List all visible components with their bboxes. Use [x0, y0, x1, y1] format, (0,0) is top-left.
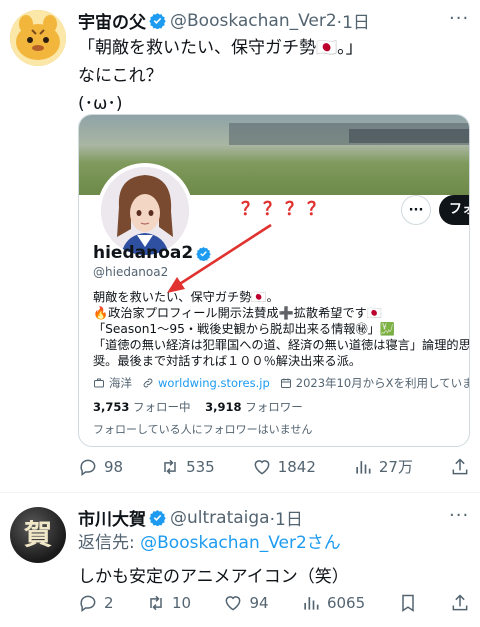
bio-line: 「道徳の無い経済は犯罪国への道、経済の無い道徳は寝言」論理的思考と確認	[93, 338, 470, 352]
mascot-avatar-icon	[10, 10, 66, 66]
user-handle[interactable]: @Booskachan_Ver2	[170, 11, 337, 31]
reply-icon	[80, 595, 96, 612]
share-button[interactable]	[450, 457, 470, 477]
followers-label: フォロワー	[245, 400, 303, 414]
tweet-1[interactable]: 宇宙の父 @Booskachan_Ver2 ·1日 ··· 「朝敵を救いたい、保…	[0, 0, 480, 492]
more-options-icon[interactable]: ···	[449, 505, 469, 526]
card-location: 海洋	[93, 375, 132, 391]
verified-badge-icon	[196, 246, 211, 261]
following-label: フォロー中	[133, 400, 191, 414]
tweet-time[interactable]: ·1日	[337, 8, 370, 33]
like-count: 1842	[277, 457, 316, 476]
retweet-icon	[164, 459, 176, 474]
retweet-icon	[150, 595, 162, 611]
card-name-text: hiedanoa2	[93, 243, 194, 263]
bio-line: 奨。最後まで対話すれば１００％解決出来る派。	[93, 354, 362, 368]
tweet-actions: 2 10 94 6065	[78, 593, 470, 613]
link-icon	[143, 378, 153, 388]
heart-icon	[226, 596, 241, 611]
tweet-header: 市川大賀 @ultrataiga ·1日	[78, 505, 303, 531]
card-joined: 2023年10月からXを利用しています ›	[280, 375, 469, 391]
bar-chart-icon	[356, 460, 371, 474]
bookmark-icon	[401, 594, 414, 612]
verified-badge-icon	[149, 510, 166, 526]
reply-count: 98	[104, 457, 124, 476]
reply-to-line: 返信先: @Booskachan_Ver2さん	[78, 529, 341, 557]
tweet-actions: 98 535 1842 27万	[78, 456, 470, 477]
like-button[interactable]: 94	[223, 593, 269, 613]
display-name[interactable]: 市川大賀	[78, 505, 146, 530]
share-icon	[452, 457, 468, 474]
attached-profile-image[interactable]: ？？？？ ··· フォ hiedanoa2 @hiedanoa2 朝敵を救いたい…	[78, 114, 470, 447]
card-follow-button: フォ	[439, 195, 469, 225]
card-bio: 朝敵を救いたい、保守ガチ勢🇯🇵。 🔥政治家プロフィール開示法賛成➕拡散希望です🇯…	[93, 289, 470, 369]
avatar-kanji: 賀	[23, 518, 52, 551]
views-button[interactable]: 27万	[353, 456, 413, 477]
annotation-question-marks: ？？？？	[241, 199, 329, 220]
more-options-icon[interactable]: ···	[449, 8, 469, 29]
tweet-2[interactable]: 賀 市川大賀 @ultrataiga ·1日 ··· 返信先: @Booskac…	[0, 493, 480, 627]
card-meta: 海洋 worldwing.stores.jp 2023年10月からXを利用してい…	[93, 375, 469, 391]
card-follow-counts: 3,753 フォロー中 3,918 フォロワー	[93, 399, 303, 415]
user-handle[interactable]: @ultrataiga	[170, 508, 270, 528]
view-count: 27万	[378, 458, 413, 476]
bookmark-button[interactable]	[398, 593, 418, 613]
user-avatar[interactable]	[10, 10, 66, 66]
verified-badge-icon	[149, 13, 166, 29]
retweet-count: 535	[186, 457, 215, 476]
share-icon	[452, 594, 468, 611]
tweet-time[interactable]: ·1日	[270, 505, 303, 530]
briefcase-icon	[94, 378, 104, 388]
tweet-text-line-1: 「朝敵を救いたい、保守ガチ勢🇯🇵。」	[78, 38, 363, 58]
reply-mention-link[interactable]: @Booskachan_Ver2さん	[140, 533, 341, 553]
reply-icon	[80, 459, 96, 476]
retweet-count: 10	[171, 594, 192, 612]
reply-prefix: 返信先:	[78, 533, 141, 553]
tweet-text-line-2: なにこれ？	[78, 66, 163, 86]
like-count: 94	[249, 594, 269, 612]
views-button[interactable]: 6065	[301, 593, 365, 613]
like-button[interactable]: 1842	[252, 457, 316, 477]
card-website: worldwing.stores.jp	[142, 376, 270, 390]
banner-building	[349, 129, 469, 143]
user-avatar[interactable]: 賀	[10, 507, 66, 563]
followers-count: 3,918	[205, 400, 242, 414]
following-count: 3,753	[93, 400, 130, 414]
heart-icon	[254, 459, 270, 475]
tweet-text: しかも安定のアニメアイコン（笑）	[78, 567, 349, 587]
calendar-icon	[280, 378, 291, 388]
reply-button[interactable]: 98	[78, 457, 123, 477]
retweet-button[interactable]: 10	[146, 593, 191, 613]
bio-line: 🔥政治家プロフィール開示法賛成➕拡散希望です🇯🇵	[93, 306, 383, 320]
reply-button[interactable]: 2	[78, 593, 114, 613]
card-display-name: hiedanoa2	[93, 243, 215, 263]
bio-line: 朝敵を救いたい、保守ガチ勢🇯🇵。	[93, 290, 279, 304]
card-more-button: ···	[401, 195, 431, 225]
view-count: 6065	[326, 594, 366, 612]
bio-line: 「Season1〜95・戦後史観から脱却出来る情報㊙」💹	[93, 322, 396, 336]
retweet-button[interactable]: 535	[160, 457, 215, 477]
reply-count: 2	[104, 594, 114, 612]
display-name[interactable]: 宇宙の父	[78, 8, 146, 33]
share-button[interactable]	[450, 593, 470, 613]
card-footer-note: フォローしている人にフォロワーはいません	[93, 423, 313, 436]
card-handle: @hiedanoa2	[93, 265, 169, 279]
tweet-header: 宇宙の父 @Booskachan_Ver2 ·1日	[78, 8, 370, 34]
bar-chart-icon	[304, 597, 319, 610]
